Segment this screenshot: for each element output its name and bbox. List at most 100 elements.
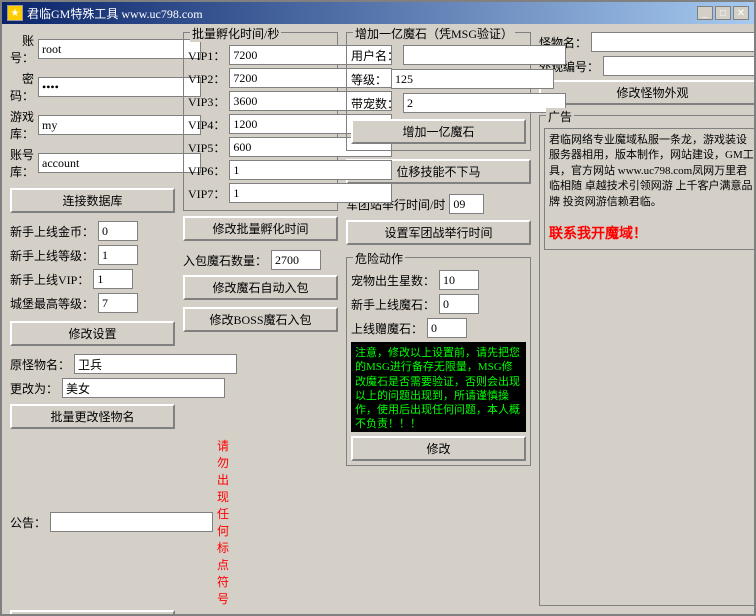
- vip-label-3: VIP3：: [188, 93, 225, 110]
- newbie-gold-input[interactable]: [98, 221, 138, 241]
- pet-star-label: 宠物出生星数：: [351, 272, 435, 289]
- newbie-gold-row: 新手上线金币：: [10, 221, 175, 241]
- vip-rows: VIP1： VIP2： VIP3： VIP4： VIP5： VIP6： VIP7…: [188, 45, 333, 203]
- set-army-button[interactable]: 设置军团战举行时间: [346, 220, 531, 245]
- castle-max-row: 城堡最高等级：: [10, 293, 175, 313]
- monster-name-row: 怪物名：: [539, 32, 754, 52]
- danger-group: 危险动作 宠物出生星数： 新手上线魔石： 上线赠魔石： 注意，修改以上设置前，请…: [346, 257, 531, 466]
- password-input[interactable]: [38, 77, 201, 97]
- accountdb-input[interactable]: [38, 153, 201, 173]
- accountdb-label: 账号库：: [10, 146, 34, 180]
- level-row: 等级：: [351, 69, 526, 89]
- vip-row-4: VIP4：: [188, 114, 333, 134]
- gamedb-input[interactable]: [38, 115, 201, 135]
- army-time-input[interactable]: [449, 194, 484, 214]
- ad-group: 广告 君临网络专业魔域私服一条龙，游戏装设服务器相用，版本制作，网站建设，GM工…: [539, 115, 754, 606]
- online-gift-label: 上线赠魔石：: [351, 320, 423, 337]
- vip-input-7[interactable]: [229, 183, 392, 203]
- right-column: 怪物名： 外观编号： 修改怪物外观 广告 君临网络专业魔域私服一条龙，游戏装设服…: [539, 32, 754, 606]
- titlebar-buttons: _ □ ✕: [697, 6, 749, 20]
- castle-max-input[interactable]: [98, 293, 138, 313]
- batch-change-button[interactable]: 批量更改怪物名: [10, 404, 175, 429]
- newbie-vip-input[interactable]: [93, 269, 133, 289]
- pet-star-input[interactable]: [439, 270, 479, 290]
- vip-row-2: VIP2：: [188, 68, 333, 88]
- modify-batch-button[interactable]: 修改批量孵化时间: [183, 216, 338, 241]
- modify-appearance-button[interactable]: 修改怪物外观: [539, 80, 754, 105]
- pet-count-label: 带宠数：: [351, 95, 399, 112]
- add-demon-title: 增加一亿魔石（凭MSG验证）: [353, 25, 515, 42]
- pet-star-row: 宠物出生星数：: [351, 270, 526, 290]
- pack-demon-label: 入包魔石数量：: [183, 252, 267, 269]
- app-icon: ★: [7, 5, 23, 21]
- newbie-level-input[interactable]: [98, 245, 138, 265]
- pack-demon-row: 入包魔石数量：: [183, 250, 338, 270]
- newbie-vip-label: 新手上线VIP：: [10, 271, 89, 288]
- vip-label-7: VIP7：: [188, 185, 225, 202]
- vip-row-3: VIP3：: [188, 91, 333, 111]
- account-row: 账号：: [10, 32, 175, 66]
- warning-box: 注意，修改以上设置前，请先把您的MSG进行备存无限量，MSG修改魔石是否需要验证…: [351, 342, 526, 432]
- connect-button[interactable]: 连接数据库: [10, 188, 175, 213]
- vip-row-1: VIP1：: [188, 45, 333, 65]
- vip-label-4: VIP4：: [188, 116, 225, 133]
- newbie-demon-label: 新手上线魔石：: [351, 296, 435, 313]
- batch-hatch-group: 批量孵化时间/秒 VIP1： VIP2： VIP3： VIP4： VIP5： V…: [183, 32, 338, 211]
- password-label: 密码：: [10, 70, 34, 104]
- modify-danger-button[interactable]: 修改: [351, 436, 526, 461]
- announcement-section: 公告： 请勿出现任何标点符号 修改游戏内正上方的GM公告: [10, 437, 175, 614]
- titlebar: ★ 君临GM特殊工具 www.uc798.com _ □ ✕: [2, 2, 754, 24]
- level-input[interactable]: [391, 69, 554, 89]
- batch-hatch-title: 批量孵化时间/秒: [190, 25, 281, 42]
- vip-row-7: VIP7：: [188, 183, 333, 203]
- newbie-demon-input[interactable]: [439, 294, 479, 314]
- username-label: 用户名：: [351, 47, 399, 64]
- minimize-button[interactable]: _: [697, 6, 713, 20]
- main-content: 账号： 密码： 游戏库： 账号库： 连接数据库 新手上线金币： 新手上线等级: [2, 24, 754, 614]
- add-demon-group: 增加一亿魔石（凭MSG验证） 用户名： 等级： 带宠数： 增加一亿魔石: [346, 32, 531, 151]
- window-title: 君临GM特殊工具 www.uc798.com: [27, 5, 203, 22]
- announcement-label: 公告：: [10, 514, 46, 531]
- password-row: 密码：: [10, 70, 175, 104]
- original-monster-row: 原怪物名：: [10, 354, 175, 374]
- add-demon-button[interactable]: 增加一亿魔石: [351, 119, 526, 144]
- pet-count-input[interactable]: [403, 93, 566, 113]
- close-button[interactable]: ✕: [733, 6, 749, 20]
- modify-announcement-button[interactable]: 修改游戏内正上方的GM公告: [10, 610, 175, 614]
- change-to-label: 更改为：: [10, 380, 58, 397]
- change-to-row: 更改为：: [10, 378, 175, 398]
- castle-max-label: 城堡最高等级：: [10, 295, 94, 312]
- ad-link[interactable]: 联系我开魔域！: [549, 227, 647, 242]
- online-gift-row: 上线赠魔石：: [351, 318, 526, 338]
- pack-demon-input[interactable]: [271, 250, 321, 270]
- warning-text: 注意，修改以上设置前，请先把您的MSG进行备存无限量，MSG修改魔石是否需要验证…: [355, 347, 520, 430]
- gamedb-label: 游戏库：: [10, 108, 34, 142]
- newbie-level-row: 新手上线等级：: [10, 245, 175, 265]
- danger-title: 危险动作: [353, 250, 405, 267]
- gamedb-row: 游戏库：: [10, 108, 175, 142]
- appearance-input[interactable]: [603, 56, 754, 76]
- accountdb-row: 账号库：: [10, 146, 175, 180]
- original-monster-label: 原怪物名：: [10, 356, 70, 373]
- modify-auto-pack-button[interactable]: 修改魔石自动入包: [183, 275, 338, 300]
- vip-input-6[interactable]: [229, 160, 392, 180]
- newbie-vip-row: 新手上线VIP：: [10, 269, 175, 289]
- vip-label-1: VIP1：: [188, 47, 225, 64]
- right-middle-column: 增加一亿魔石（凭MSG验证） 用户名： 等级： 带宠数： 增加一亿魔石 位移技能…: [346, 32, 531, 606]
- username-input[interactable]: [403, 45, 566, 65]
- middle-column: 批量孵化时间/秒 VIP1： VIP2： VIP3： VIP4： VIP5： V…: [183, 32, 338, 606]
- vip-row-5: VIP5：: [188, 137, 333, 157]
- modify-settings-button[interactable]: 修改设置: [10, 321, 175, 346]
- account-input[interactable]: [38, 39, 201, 59]
- modify-boss-pack-button[interactable]: 修改BOSS魔石入包: [183, 307, 338, 332]
- online-gift-input[interactable]: [427, 318, 467, 338]
- ad-box: 君临网络专业魔域私服一条龙，游戏装设服务器相用，版本制作，网站建设，GM工具，官…: [544, 128, 754, 250]
- vip-row-6: VIP6：: [188, 160, 333, 180]
- vip-label-6: VIP6：: [188, 162, 225, 179]
- ad-title: 广告: [546, 108, 574, 125]
- account-label: 账号：: [10, 32, 34, 66]
- monster-name-input[interactable]: [591, 32, 754, 52]
- titlebar-left: ★ 君临GM特殊工具 www.uc798.com: [7, 5, 203, 22]
- maximize-button[interactable]: □: [715, 6, 731, 20]
- main-window: ★ 君临GM特殊工具 www.uc798.com _ □ ✕ 账号： 密码： 游…: [0, 0, 756, 616]
